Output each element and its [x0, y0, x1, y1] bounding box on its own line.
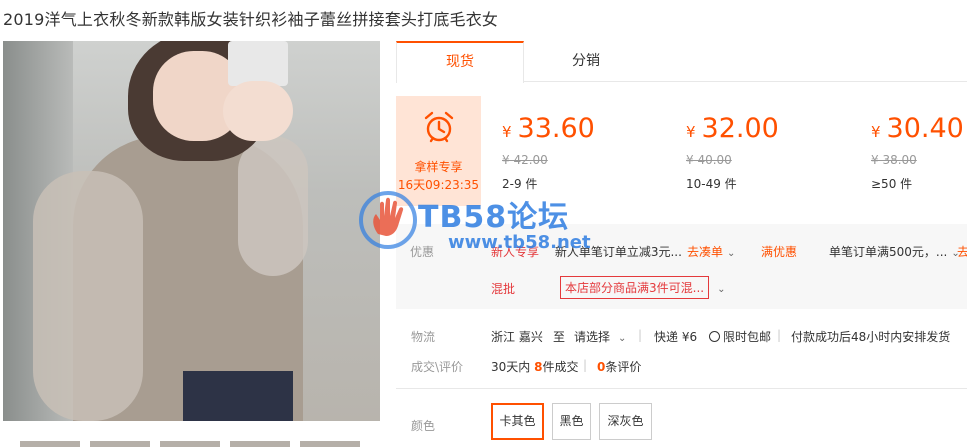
sample-promo-box[interactable]: 拿样专享 16天09:23:35 — [396, 96, 481, 206]
color-option-khaki[interactable]: 卡其色 — [491, 403, 544, 440]
tier-original-price: ¥ 42.00 — [502, 153, 548, 167]
deals-count[interactable]: 30天内 8件成交 — [491, 358, 578, 375]
promo-full-discount-text[interactable]: 单笔订单满500元，... ⌄ — [829, 243, 960, 260]
mixed-batch-rule[interactable]: 本店部分商品满3件可混... ⌄ — [560, 276, 725, 299]
chevron-down-icon: ⌄ — [618, 333, 627, 344]
review-count[interactable]: 0条评价 — [597, 358, 641, 375]
divider: | — [638, 328, 643, 342]
model-hand — [223, 81, 293, 141]
divider: | — [777, 328, 782, 342]
price-tier: ¥33.60 ¥ 42.00 2-9 件 — [502, 112, 595, 192]
deals-label: 成交\评价 — [411, 360, 464, 374]
ship-time: 付款成功后48小时内安排发货 — [791, 330, 951, 344]
clock-icon — [709, 331, 720, 342]
chevron-down-icon: ⌄ — [717, 284, 726, 295]
tab-in-stock[interactable]: 现货 — [396, 41, 524, 83]
price-tabs: 现货 分销 — [396, 41, 967, 83]
sample-countdown: 16天09:23:35 — [397, 178, 480, 192]
color-label: 颜色 — [411, 419, 436, 433]
mixed-batch-label: 混批 — [491, 282, 516, 296]
product-title: 2019洋气上衣秋冬新款韩版女装针织衫袖子蕾丝拼接套头打底毛衣女 — [3, 10, 499, 29]
tier-quantity: ≥50 件 — [871, 177, 913, 191]
promo-more-link[interactable]: 去 — [957, 243, 967, 260]
lace-sleeve-right — [238, 136, 308, 276]
tier-original-price: ¥ 38.00 — [871, 153, 917, 167]
destination-select[interactable]: 请选择 ⌄ — [574, 328, 626, 345]
tier-quantity: 2-9 件 — [502, 177, 538, 191]
thumbnail[interactable] — [230, 441, 290, 447]
logistics-label: 物流 — [411, 330, 436, 344]
tier-price: ¥33.60 — [502, 113, 595, 144]
alarm-clock-icon — [424, 111, 454, 143]
promo-label: 优惠 — [410, 245, 435, 259]
color-option-black[interactable]: 黑色 — [552, 403, 591, 440]
tab-distribution[interactable]: 分销 — [536, 41, 636, 82]
promotion-panel: 优惠 新人专享 新人单笔订单立减3元... 去凑单 ⌄ 满优惠 单笔订单满500元… — [396, 224, 967, 309]
tier-original-price: ¥ 40.00 — [686, 153, 732, 167]
divider-line — [396, 388, 967, 389]
price-tier: ¥30.40 ¥ 38.00 ≥50 件 — [871, 112, 964, 192]
thumbnail[interactable] — [90, 441, 150, 447]
promo-full-discount-tag: 满优惠 — [761, 245, 798, 259]
ship-from: 浙江 嘉兴 — [491, 330, 543, 344]
thumbnail[interactable] — [20, 441, 80, 447]
phone — [228, 41, 288, 86]
thumbnail[interactable] — [300, 441, 360, 447]
tier-quantity: 10-49 件 — [686, 177, 737, 191]
tier-price: ¥30.40 — [871, 113, 964, 144]
color-option-dark-grey[interactable]: 深灰色 — [599, 403, 652, 440]
price-tier: ¥32.00 ¥ 40.00 10-49 件 — [686, 112, 779, 192]
divider: | — [583, 358, 588, 372]
lace-sleeve-left — [33, 171, 143, 421]
thumbnail[interactable] — [160, 441, 220, 447]
tier-price: ¥32.00 — [686, 113, 779, 144]
free-shipping: 限时包邮 — [709, 328, 771, 345]
collect-order-link[interactable]: 去凑单 ⌄ — [687, 243, 735, 260]
chevron-down-icon: ⌄ — [727, 248, 736, 259]
ship-to-word: 至 — [553, 330, 566, 344]
promo-new-user[interactable]: 新人专享 新人单笔订单立减3元... — [491, 243, 682, 260]
main-product-image[interactable] — [3, 41, 380, 421]
jeans — [183, 371, 293, 421]
express-fee: 快递 ¥6 — [654, 330, 698, 344]
sample-label: 拿样专享 — [414, 160, 463, 174]
